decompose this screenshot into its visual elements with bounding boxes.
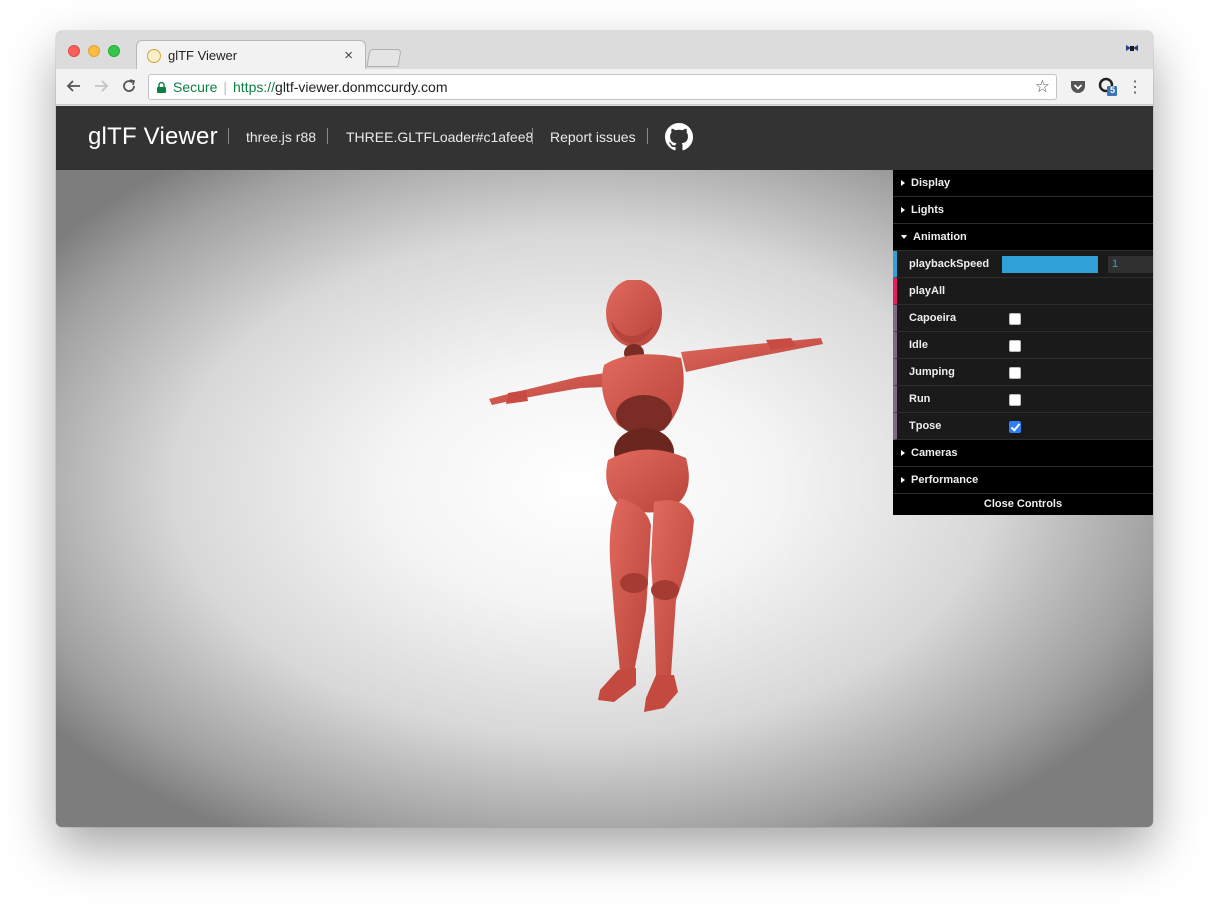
3d-model-figure	[489, 280, 823, 712]
forward-arrow-icon	[95, 80, 109, 92]
folder-label: Cameras	[911, 447, 958, 459]
playback-speed-label: playbackSpeed	[909, 258, 990, 270]
header-separator	[327, 128, 328, 144]
header-separator	[647, 128, 648, 144]
extension-button[interactable]: 5	[1097, 76, 1119, 98]
favicon-icon	[147, 48, 161, 63]
browser-menu-button[interactable]: ⋮	[1124, 76, 1146, 98]
tab-title: glTF Viewer	[168, 48, 238, 63]
folder-lights[interactable]: Lights	[893, 197, 1153, 224]
folder-label: Performance	[911, 474, 979, 486]
site-brand[interactable]: glTF Viewer	[88, 123, 218, 151]
expanded-triangle-icon	[901, 235, 907, 239]
reload-icon	[123, 79, 135, 92]
clip-label: Run	[909, 393, 931, 405]
folder-animation[interactable]: Animation	[893, 224, 1153, 251]
omnibox-separator: |	[223, 79, 227, 95]
pocket-icon	[1071, 80, 1085, 93]
folder-label: Lights	[911, 204, 944, 216]
collapsed-triangle-icon	[901, 180, 905, 186]
reload-button[interactable]	[118, 75, 140, 97]
clip-label: Jumping	[909, 366, 955, 378]
folder-display[interactable]: Display	[893, 170, 1153, 197]
playback-speed-slider[interactable]	[1002, 256, 1098, 273]
close-window-button[interactable]	[68, 45, 80, 57]
header-separator	[228, 128, 229, 144]
folder-performance[interactable]: Performance	[893, 467, 1153, 494]
browser-tab[interactable]: glTF Viewer ×	[136, 40, 366, 69]
address-bar[interactable]: Secure | https://gltf-viewer.donmccurdy.…	[148, 74, 1057, 100]
url-host: gltf-viewer.donmccurdy.com	[275, 79, 448, 95]
playback-speed-input[interactable]: 1	[1108, 256, 1153, 273]
zoom-window-button[interactable]	[108, 45, 120, 57]
folder-label: Animation	[913, 231, 967, 243]
forward-button[interactable]	[90, 75, 112, 97]
gltfloader-version-link[interactable]: THREE.GLTFLoader#c1afee8	[346, 129, 533, 145]
clip-checkbox-tpose[interactable]	[1009, 421, 1021, 433]
secure-label: Secure	[173, 79, 218, 95]
clip-row-jumping: Jumping	[893, 359, 1153, 386]
clip-row-idle: Idle	[893, 332, 1153, 359]
github-icon[interactable]	[665, 123, 693, 151]
play-all-button[interactable]: playAll	[893, 278, 1153, 305]
close-tab-icon[interactable]: ×	[344, 47, 353, 64]
clip-label: Capoeira	[909, 312, 957, 324]
collapsed-triangle-icon	[901, 207, 905, 213]
window-controls	[68, 45, 120, 57]
collapsed-triangle-icon	[901, 450, 905, 456]
threejs-version-link[interactable]: three.js r88	[246, 129, 316, 145]
back-button[interactable]	[63, 75, 85, 97]
clip-checkbox-run[interactable]	[1009, 394, 1021, 406]
folder-cameras[interactable]: Cameras	[893, 440, 1153, 467]
clip-row-tpose: Tpose	[893, 413, 1153, 440]
profile-icon[interactable]	[1125, 43, 1139, 55]
kebab-menu-icon: ⋮	[1127, 79, 1143, 96]
clip-checkbox-capoeira[interactable]	[1009, 313, 1021, 325]
browser-window: glTF Viewer × Secure | https://gltf-view…	[56, 31, 1153, 827]
clip-label: Idle	[909, 339, 928, 351]
site-header: glTF Viewer three.js r88 THREE.GLTFLoade…	[56, 106, 1153, 170]
playback-speed-slider-fill	[1002, 256, 1098, 273]
playback-speed-row: playbackSpeed 1	[893, 251, 1153, 278]
clip-checkbox-idle[interactable]	[1009, 340, 1021, 352]
report-issues-link[interactable]: Report issues	[550, 129, 636, 145]
back-arrow-icon	[66, 80, 80, 92]
play-all-label: playAll	[909, 285, 946, 297]
lock-icon	[157, 81, 166, 93]
clip-checkbox-jumping[interactable]	[1009, 367, 1021, 379]
clip-label: Tpose	[909, 420, 942, 432]
clip-row-run: Run	[893, 386, 1153, 413]
pocket-extension-button[interactable]	[1067, 76, 1089, 98]
browser-toolbar: Secure | https://gltf-viewer.donmccurdy.…	[56, 69, 1153, 105]
controls-panel: Display Lights Animation playbackSpeed 1…	[893, 170, 1153, 515]
header-separator	[532, 128, 533, 144]
collapsed-triangle-icon	[901, 477, 905, 483]
minimize-window-button[interactable]	[88, 45, 100, 57]
clip-row-capoeira: Capoeira	[893, 305, 1153, 332]
tab-bar: glTF Viewer ×	[56, 31, 1153, 69]
new-tab-button[interactable]	[366, 49, 402, 67]
url-scheme: https://	[233, 79, 276, 95]
close-controls-button[interactable]: Close Controls	[893, 494, 1153, 515]
folder-label: Display	[911, 177, 951, 189]
extension-badge: 5	[1110, 85, 1116, 95]
bookmark-star-icon[interactable]: ☆	[1035, 77, 1050, 97]
